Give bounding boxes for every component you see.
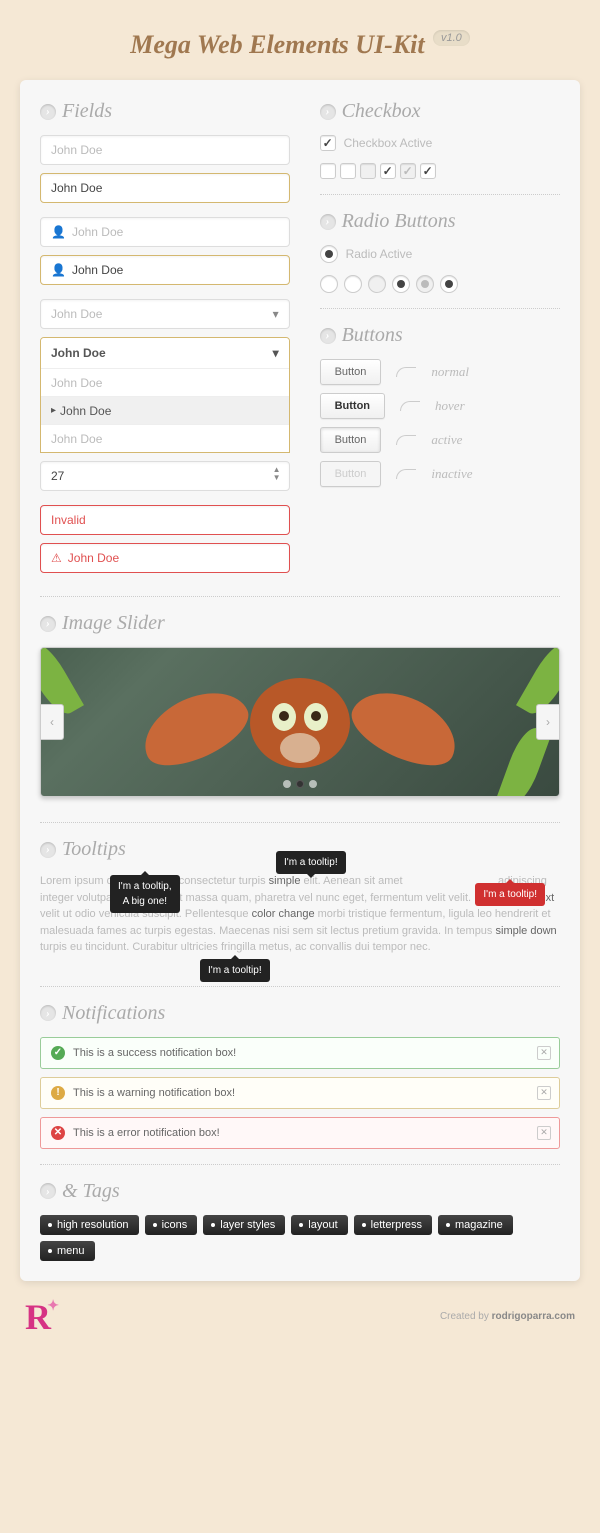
- tooltip-simple: I'm a tooltip!: [276, 851, 346, 874]
- button-hover[interactable]: Button: [320, 393, 385, 419]
- chevron-right-icon: [40, 616, 56, 632]
- text-input-icon-active[interactable]: 👤John Doe: [40, 255, 290, 285]
- tag[interactable]: layer styles: [203, 1215, 285, 1235]
- chevron-right-icon: [320, 104, 336, 120]
- tag[interactable]: high resolution: [40, 1215, 139, 1235]
- tooltips-heading: Tooltips: [62, 838, 126, 861]
- number-stepper[interactable]: 27▲▼: [40, 461, 290, 491]
- state-label: normal: [431, 364, 469, 380]
- tooltip-down: I'm a tooltip!: [200, 959, 270, 982]
- radio-checked[interactable]: [392, 275, 410, 293]
- chevron-right-icon: [40, 1183, 56, 1199]
- radio-heading: Radio Buttons: [342, 210, 456, 233]
- notifications-heading: Notifications: [62, 1002, 165, 1025]
- version-badge: v1.0: [433, 30, 470, 46]
- user-icon: 👤: [51, 225, 66, 239]
- select-placeholder[interactable]: John Doe▾: [40, 299, 290, 329]
- tag[interactable]: icons: [145, 1215, 198, 1235]
- notification-error: ✕This is a error notification box!✕: [40, 1117, 560, 1149]
- select-option-hover[interactable]: John Doe: [41, 396, 289, 424]
- checkbox-label: Checkbox Active: [344, 136, 433, 150]
- text-input-invalid-icon[interactable]: ⚠John Doe: [40, 543, 290, 573]
- chevron-down-icon: ▾: [273, 346, 279, 360]
- text-input-active[interactable]: John Doe: [40, 173, 290, 203]
- notification-warning: !This is a warning notification box!✕: [40, 1077, 560, 1109]
- button-normal[interactable]: Button: [320, 359, 382, 385]
- state-label: hover: [435, 398, 465, 414]
- tooltip-trigger[interactable]: simple down: [496, 925, 557, 937]
- tag[interactable]: letterpress: [354, 1215, 432, 1235]
- button-active[interactable]: Button: [320, 427, 382, 453]
- checkbox-checked[interactable]: [420, 163, 436, 179]
- text-input-invalid[interactable]: Invalid: [40, 505, 290, 535]
- tag[interactable]: layout: [291, 1215, 347, 1235]
- check-icon: ✓: [51, 1046, 65, 1060]
- close-icon[interactable]: ✕: [537, 1086, 551, 1100]
- checkbox-checked-disabled: [400, 163, 416, 179]
- radio-active[interactable]: [320, 245, 338, 263]
- select-open[interactable]: John Doe▾ John Doe John Doe John Doe: [40, 337, 290, 453]
- chevron-right-icon: [40, 104, 56, 120]
- logo-icon: R: [25, 1296, 51, 1338]
- warning-icon: !: [51, 1086, 65, 1100]
- chevron-right-icon: [320, 214, 336, 230]
- page-title: Mega Web Elements UI-Kit: [130, 30, 424, 59]
- checkbox-disabled: [360, 163, 376, 179]
- tooltip-big: I'm a tooltip, A big one!: [110, 875, 180, 913]
- button-inactive: Button: [320, 461, 382, 487]
- slider-prev-button[interactable]: ‹: [40, 704, 64, 740]
- chevron-right-icon: [40, 842, 56, 858]
- close-icon[interactable]: ✕: [537, 1046, 551, 1060]
- radio-checked[interactable]: [440, 275, 458, 293]
- fields-heading: Fields: [62, 100, 112, 123]
- slider-dot[interactable]: [309, 780, 317, 788]
- lorem-text: I'm a tooltip! I'm a tooltip, A big one!…: [40, 873, 560, 956]
- slider-heading: Image Slider: [62, 612, 165, 635]
- checkbox-unchecked[interactable]: [320, 163, 336, 179]
- radio-checked-disabled: [416, 275, 434, 293]
- tooltip-trigger[interactable]: simple: [269, 875, 301, 887]
- radio-unchecked[interactable]: [320, 275, 338, 293]
- alert-icon: ⚠: [51, 551, 62, 565]
- select-option[interactable]: John Doe: [41, 424, 289, 452]
- chevron-right-icon: [320, 328, 336, 344]
- tooltip-trigger[interactable]: color change: [252, 908, 315, 920]
- slider-image: [180, 668, 420, 788]
- radio-label: Radio Active: [346, 247, 413, 261]
- chevron-down-icon: ▾: [273, 307, 279, 321]
- tooltip-red: I'm a tooltip!: [475, 883, 545, 906]
- slider-dot-active[interactable]: [296, 780, 304, 788]
- close-icon[interactable]: ✕: [537, 1126, 551, 1140]
- radio-unchecked[interactable]: [344, 275, 362, 293]
- checkbox-active[interactable]: [320, 135, 336, 151]
- chevron-right-icon: [40, 1005, 56, 1021]
- slider-next-button[interactable]: ›: [536, 704, 560, 740]
- select-option[interactable]: John Doe: [41, 368, 289, 396]
- state-label: active: [431, 432, 462, 448]
- error-icon: ✕: [51, 1126, 65, 1140]
- text-input-icon-placeholder[interactable]: 👤John Doe: [40, 217, 290, 247]
- user-icon: 👤: [51, 263, 66, 277]
- image-slider: ‹ ›: [40, 647, 560, 797]
- notification-success: ✓This is a success notification box!✕: [40, 1037, 560, 1069]
- checkbox-unchecked[interactable]: [340, 163, 356, 179]
- state-label: inactive: [431, 466, 472, 482]
- footer-credit: Created by rodrigoparra.com: [440, 1311, 575, 1322]
- checkbox-checked[interactable]: [380, 163, 396, 179]
- stepper-down-icon[interactable]: ▼: [273, 474, 281, 482]
- text-input-placeholder[interactable]: John Doe: [40, 135, 290, 165]
- radio-disabled: [368, 275, 386, 293]
- buttons-heading: Buttons: [342, 324, 403, 347]
- checkbox-heading: Checkbox: [342, 100, 421, 123]
- tags-heading: & Tags: [62, 1180, 120, 1203]
- tag[interactable]: menu: [40, 1241, 95, 1261]
- slider-dot[interactable]: [283, 780, 291, 788]
- tag[interactable]: magazine: [438, 1215, 513, 1235]
